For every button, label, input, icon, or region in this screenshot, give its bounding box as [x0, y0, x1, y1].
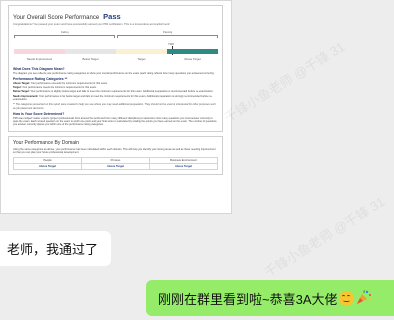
- diagram-heading: What Does This Diagram Mean?: [13, 66, 65, 71]
- domain-result: Above Target: [149, 163, 218, 171]
- domain-table: People Process Business Environment Abov…: [13, 157, 218, 171]
- outgoing-message[interactable]: 刚刚在群里看到啦~恭喜3A大佬: [146, 280, 394, 316]
- category-term: Target:: [13, 86, 22, 90]
- category-item: Above Target: Your performance exceeds t…: [13, 82, 218, 85]
- report-screenshot[interactable]: Your Overall Score Performance Pass Cong…: [0, 0, 232, 214]
- score-result: Pass: [103, 12, 121, 21]
- incoming-message-text: 老师，我通过了: [7, 242, 99, 257]
- bar-above-target: [167, 48, 218, 54]
- category-term: Above Target:: [13, 81, 30, 85]
- categories-heading: Performance Rating Categories **: [13, 76, 68, 81]
- bar-target: [116, 48, 167, 54]
- category-item: Target: Your performance meets the minim…: [13, 86, 218, 89]
- failing-label: Failing: [61, 30, 69, 34]
- grinning-face-icon: [338, 290, 354, 306]
- congrats-text: Congratulations! You passed your exam an…: [13, 23, 170, 26]
- passing-label: Passing: [163, 30, 173, 34]
- bar-label-below-target: Below Target: [82, 56, 99, 61]
- domain-result: Above Target: [13, 163, 82, 171]
- outgoing-message-text: 刚刚在群里看到啦~恭喜3A大佬: [158, 291, 338, 307]
- overall-score-panel: Your Overall Score Performance Pass Cong…: [8, 5, 223, 132]
- category-text: Your performance is slightly below targe…: [30, 90, 214, 94]
- bar-needs-improvement: [14, 48, 65, 54]
- domain-panel: Your Performance By Domain Using the sam…: [8, 135, 223, 176]
- watermark-text: 千锋小鱼老师 @千锋 31: [221, 38, 348, 126]
- categories-note: ** The categories presented on this repo…: [13, 103, 216, 110]
- category-term: Below Target:: [13, 90, 30, 94]
- diagram-text: The diagram you see reflects your perfor…: [13, 71, 215, 75]
- failing-bracket: [14, 34, 115, 38]
- incoming-message[interactable]: 老师，我通过了: [0, 231, 111, 266]
- determined-heading: How Is Your Score Determined?: [13, 111, 65, 116]
- category-item: Needs Improvement: Your performance is f…: [13, 95, 218, 102]
- category-text: Your performance meets the minimum requi…: [22, 86, 97, 90]
- domain-text: Using the same categories as above, your…: [13, 147, 216, 155]
- bar-label-above-target: Above Target: [184, 56, 201, 61]
- bar-below-target: [65, 48, 116, 54]
- category-text: Your performance is far below target and…: [13, 94, 213, 101]
- category-text: Your performance exceeds the minimum req…: [30, 81, 108, 85]
- bar-label-needs-improvement: Needs Improvement: [26, 56, 53, 61]
- party-popper-icon: [356, 289, 372, 308]
- passing-bracket: [117, 34, 218, 38]
- watermark-text: 千锋小鱼老师 @千锋 31: [261, 193, 388, 281]
- performance-scale: Failing Passing YOU Needs Improvement Be…: [13, 29, 218, 65]
- domain-result: Above Target: [81, 163, 150, 171]
- bar-label-target: Target: [137, 56, 146, 61]
- domain-title: Your Performance By Domain: [13, 139, 79, 146]
- determined-text: PMI uses subject matter experts (project…: [13, 116, 217, 127]
- score-label: Your Overall Score Performance: [13, 15, 100, 21]
- category-item: Below Target: Your performance is slight…: [13, 90, 218, 93]
